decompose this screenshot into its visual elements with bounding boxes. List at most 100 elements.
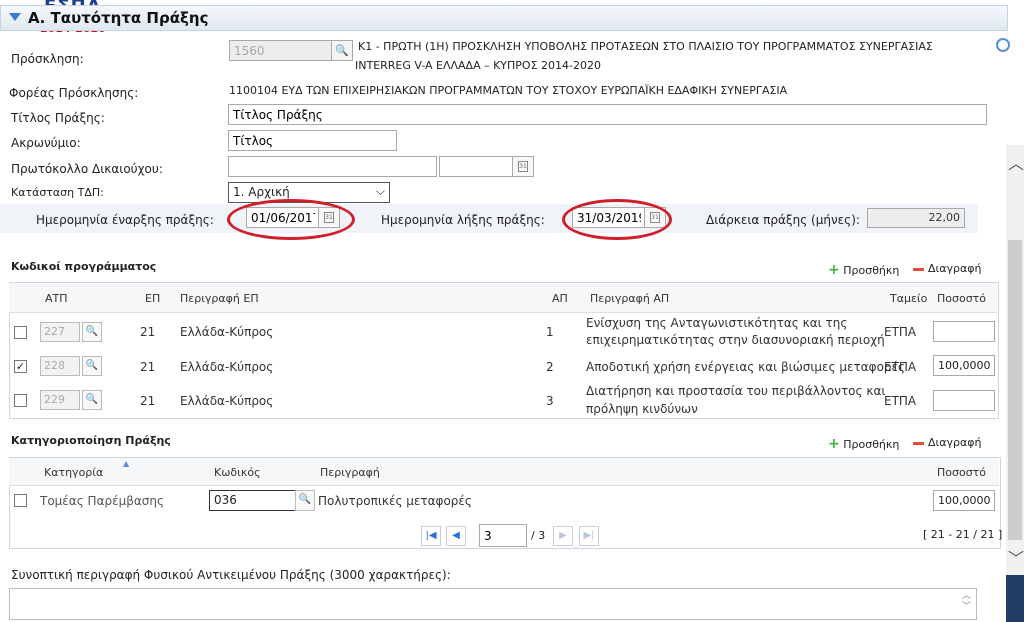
- summary-label: Συνοπτική περιγραφή Φυσικού Αντικειμένου…: [11, 568, 451, 582]
- ap-cell: 1: [546, 325, 554, 339]
- col-ap-description[interactable]: Περιγραφή ΑΠ: [590, 292, 669, 305]
- ep-description-cell: Ελλάδα-Κύπρος: [180, 360, 274, 374]
- page-total: / 3: [531, 529, 546, 542]
- row-checkbox[interactable]: [14, 326, 27, 339]
- plus-icon: +: [828, 262, 840, 278]
- ap-cell: 3: [546, 394, 554, 408]
- description-cell: Πολυτροπικές μεταφορές: [318, 494, 472, 508]
- categorization-delete-label: Διαγραφή: [928, 436, 982, 449]
- scroll-up-icon[interactable]: ︿: [1008, 150, 1024, 174]
- protocol-date-input[interactable]: [439, 156, 514, 177]
- col-category[interactable]: Κατηγορία: [44, 466, 103, 479]
- program-codes-add-label: Προσθήκη: [843, 264, 900, 277]
- program-codes-delete-label: Διαγραφή: [928, 262, 982, 275]
- ap-description-line1: Διατήρηση και προστασία του περιβάλλοντο…: [586, 384, 886, 398]
- protocol-input[interactable]: [228, 156, 437, 177]
- fund-cell: ΕΤΠΑ: [884, 360, 917, 374]
- minus-icon: [913, 441, 924, 445]
- end-date-highlight: [562, 199, 672, 240]
- records-range: [ 21 - 21 / 21 ]: [923, 528, 1003, 541]
- col-code[interactable]: Κωδικός: [214, 466, 261, 479]
- atp-input[interactable]: 227: [40, 322, 80, 342]
- col-ep[interactable]: ΕΠ: [145, 292, 160, 305]
- call-description-line2: INTERREG V-A ΕΛΛΑΔΑ – ΚΥΠΡΟΣ 2014-2020: [355, 59, 601, 72]
- previous-page-icon[interactable]: ◀: [446, 526, 466, 546]
- title-label: Τίτλος Πράξης:: [11, 111, 105, 125]
- summary-textarea[interactable]: [9, 588, 977, 620]
- ap-description-line1: Αποδοτική χρήση ενέργειας και βιώσιμες μ…: [586, 360, 906, 374]
- status-label: Κατάσταση ΤΔΠ:: [11, 186, 104, 199]
- start-date-label: Ημερομηνία έναρξης πράξης:: [36, 213, 214, 227]
- last-page-icon[interactable]: ▶|: [579, 526, 599, 546]
- ap-description-line2: πρόληψη κινδύνων: [586, 402, 698, 416]
- col-ep-description[interactable]: Περιγραφή ΕΠ: [180, 292, 259, 305]
- status-select-value: 1. Αρχική: [233, 185, 290, 199]
- search-icon[interactable]: 🔍: [82, 356, 102, 376]
- collapse-triangle-icon[interactable]: [9, 13, 21, 21]
- categorization-delete-button[interactable]: Διαγραφή: [913, 436, 981, 449]
- col-ap[interactable]: ΑΠ: [552, 292, 568, 305]
- minus-icon: [913, 267, 924, 271]
- title-input[interactable]: [228, 104, 987, 125]
- first-page-icon[interactable]: |◀: [421, 526, 441, 546]
- ep-cell: 21: [140, 325, 156, 339]
- protocol-calendar-button[interactable]: 31: [512, 156, 534, 177]
- ep-description-cell: Ελλάδα-Κύπρος: [180, 394, 274, 408]
- category-percentage-input[interactable]: 100,0000: [933, 490, 995, 511]
- call-description-line1: Κ1 - ΠΡΩΤΗ (1Η) ΠΡΟΣΚΛΗΣΗ ΥΠΟΒΟΛΗΣ ΠΡΟΤΑ…: [358, 40, 933, 53]
- next-page-icon[interactable]: ▶: [553, 526, 573, 546]
- search-icon[interactable]: 🔍: [82, 322, 102, 342]
- search-icon[interactable]: 🔍: [295, 490, 315, 511]
- fund-cell: ΕΤΠΑ: [884, 325, 917, 339]
- ap-description-line1: Ενίσχυση της Ανταγωνιστικότητας και της: [586, 316, 848, 330]
- percentage-input[interactable]: [933, 321, 995, 342]
- sort-ascending-icon: ▲: [123, 459, 130, 468]
- categorization-header: [9, 458, 999, 486]
- atp-input[interactable]: 229: [40, 390, 80, 410]
- col-atp[interactable]: ΑΤΠ: [45, 292, 68, 305]
- categorization-title: Κατηγοριοποίηση Πράξης: [11, 434, 171, 447]
- percentage-input[interactable]: 100,0000: [933, 355, 995, 376]
- plus-icon: +: [828, 436, 840, 452]
- program-codes-add-button[interactable]: + Προσθήκη: [828, 262, 899, 278]
- chevron-down-icon: ⌵: [375, 184, 385, 198]
- scrollbar-thumb[interactable]: [1008, 240, 1022, 540]
- background-edge: [1006, 575, 1024, 622]
- body-label: Φορέας Πρόσκλησης:: [9, 86, 139, 100]
- col-description[interactable]: Περιγραφή: [320, 466, 380, 479]
- call-search-icon[interactable]: 🔍: [331, 40, 353, 61]
- call-code-input[interactable]: [229, 40, 333, 61]
- page-number-input[interactable]: [479, 524, 527, 547]
- fund-cell: ΕΤΠΑ: [884, 394, 917, 408]
- call-label: Πρόσκληση:: [11, 52, 84, 66]
- start-date-highlight: [227, 199, 355, 240]
- scroll-down-icon[interactable]: ﹀: [1008, 545, 1024, 569]
- acronym-input[interactable]: [228, 130, 397, 151]
- category-cell: Τομέας Παρέμβασης: [40, 494, 165, 508]
- atp-input[interactable]: 228: [40, 356, 80, 376]
- ep-cell: 21: [140, 394, 156, 408]
- program-codes-delete-button[interactable]: Διαγραφή: [913, 262, 981, 275]
- code-input[interactable]: 036: [209, 490, 297, 511]
- categorization-add-button[interactable]: + Προσθήκη: [828, 436, 899, 452]
- row-checkbox[interactable]: ✓: [14, 360, 27, 373]
- col-percentage[interactable]: Ποσοστό: [937, 292, 986, 305]
- end-date-label: Ημερομηνία λήξης πράξης:: [381, 213, 545, 227]
- duration-value: 22,00: [867, 208, 965, 228]
- duration-label: Διάρκεια πράξης (μήνες):: [706, 213, 860, 227]
- col-fund[interactable]: Ταμείο: [890, 292, 927, 305]
- ep-cell: 21: [140, 360, 156, 374]
- textarea-scroll-icon[interactable]: ︿ ﹀: [962, 591, 971, 613]
- col-category-percentage[interactable]: Ποσοστό: [937, 466, 986, 479]
- search-icon[interactable]: 🔍: [82, 390, 102, 410]
- refresh-icon[interactable]: [996, 38, 1010, 52]
- row-checkbox[interactable]: [14, 494, 27, 507]
- program-codes-title: Κωδικοί προγράμματος: [11, 260, 157, 273]
- ep-description-cell: Ελλάδα-Κύπρος: [180, 325, 274, 339]
- row-checkbox[interactable]: [14, 394, 27, 407]
- ap-description-line2: επιχειρηματικότητας στην διασυνοριακή πε…: [586, 333, 885, 347]
- body-value: 1100104 ΕΥΔ ΤΩΝ ΕΠΙΧΕΙΡΗΣΙΑΚΩΝ ΠΡΟΓΡΑΜΜΑ…: [229, 84, 788, 97]
- percentage-input[interactable]: [933, 390, 995, 411]
- protocol-label: Πρωτόκολλο Δικαιούχου:: [11, 162, 163, 176]
- section-title: Α. Ταυτότητα Πράξης: [28, 9, 209, 27]
